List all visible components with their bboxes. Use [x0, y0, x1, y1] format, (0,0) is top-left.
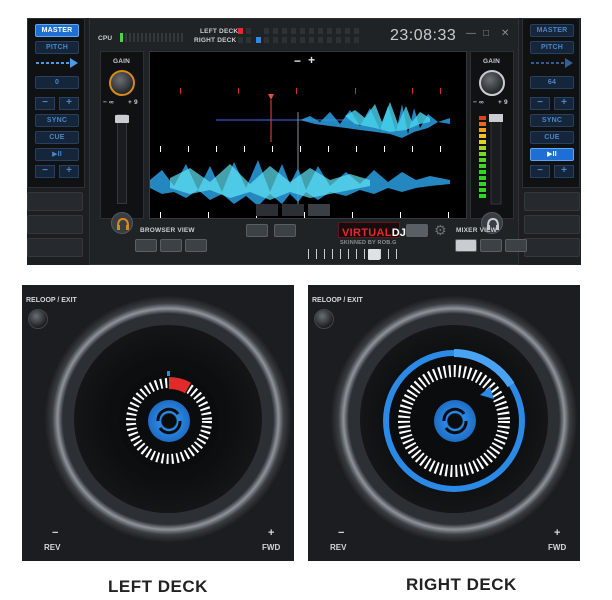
sync-button[interactable]: SYNC	[35, 114, 79, 127]
logo-dj-text: DJ	[391, 227, 406, 239]
mixer-view-2-button[interactable]	[480, 239, 502, 252]
wave-view-1-button[interactable]	[256, 204, 278, 216]
left-pad-1[interactable]	[27, 192, 83, 211]
mixer-panel: MASTER PITCH 0 − + SYNC CUE ▶II − + MAST…	[27, 18, 581, 265]
video-button[interactable]	[246, 224, 268, 237]
pitch-button[interactable]: PITCH	[35, 41, 79, 54]
master-button[interactable]: MASTER	[530, 24, 574, 37]
rev-minus: −	[52, 527, 59, 539]
mixer-view-3-button[interactable]	[505, 239, 527, 252]
play-pause-button[interactable]: ▶II	[530, 148, 574, 161]
arrow-right-icon[interactable]	[36, 57, 80, 69]
cue-button[interactable]: CUE	[35, 131, 79, 144]
fader-handle[interactable]	[115, 115, 129, 123]
left-deck-caption: LEFT DECK	[108, 577, 208, 596]
browser-view-2-button[interactable]	[160, 239, 182, 252]
right-deck-controls: MASTER PITCH 64 − + SYNC CUE ▶II − +	[522, 18, 580, 188]
rev-label[interactable]: REV	[330, 543, 346, 552]
platter-center-icon	[148, 400, 190, 442]
deck-position-meter	[238, 28, 359, 43]
right-deck-label: RIGHT DECK	[194, 37, 237, 44]
pitch-minus-button[interactable]: −	[530, 97, 550, 110]
left-pad-3[interactable]	[27, 238, 83, 257]
rev-minus: −	[338, 527, 345, 539]
cue-button[interactable]: CUE	[530, 131, 574, 144]
right-pad-2[interactable]	[524, 215, 580, 234]
mixer-view-label: MIXER VIEW	[456, 227, 498, 234]
wave-view-3-button[interactable]	[308, 204, 330, 216]
sampler-button[interactable]	[274, 224, 296, 237]
waveform-view-button[interactable]	[406, 224, 428, 237]
waveforms	[150, 88, 450, 218]
crossfader[interactable]	[308, 249, 418, 261]
skin-credit: SKINNED BY ROB.G	[340, 240, 397, 246]
fwd-label[interactable]: FWD	[548, 543, 566, 552]
browser-view-1-button[interactable]	[135, 239, 157, 252]
right-deck: RELOOP / EXIT − REV + FWD	[308, 285, 580, 561]
play-pause-button[interactable]: ▶II	[35, 148, 79, 161]
gain-max-label: + 9	[128, 99, 138, 106]
reloop-exit-label: RELOOP / EXIT	[312, 297, 363, 304]
waveform-display[interactable]: − +	[149, 51, 467, 219]
logo-virtual-text: VIRTUAL	[342, 227, 392, 239]
mixer-view-1-button[interactable]	[455, 239, 477, 252]
gain-max-label: + 9	[498, 99, 508, 106]
nudge-minus-button[interactable]: −	[35, 165, 55, 178]
right-pad-1[interactable]	[524, 192, 580, 211]
right-gain-strip: GAIN − ∞ + 9	[470, 51, 514, 234]
nudge-minus-button[interactable]: −	[530, 165, 550, 178]
pitch-plus-button[interactable]: +	[59, 97, 79, 110]
center-panel: CPU LEFT DECK RIGHT DECK 23:08:33 — □ ✕ …	[89, 18, 527, 265]
left-deck-controls: MASTER PITCH 0 − + SYNC CUE ▶II − +	[27, 18, 85, 188]
gain-label: GAIN	[113, 58, 131, 65]
pitch-button[interactable]: PITCH	[530, 41, 574, 54]
left-gain-strip: GAIN − ∞ + 9	[100, 51, 144, 234]
master-button[interactable]: MASTER	[35, 24, 79, 37]
gain-label: GAIN	[483, 58, 501, 65]
nudge-plus-button[interactable]: +	[554, 165, 574, 178]
pitch-minus-button[interactable]: −	[35, 97, 55, 110]
fwd-label[interactable]: FWD	[262, 543, 280, 552]
pitch-value: 64	[530, 76, 574, 89]
left-deck-label: LEFT DECK	[200, 28, 239, 35]
pitch-value: 0	[35, 76, 79, 89]
rev-label[interactable]: REV	[44, 543, 60, 552]
gain-knob[interactable]	[479, 70, 505, 96]
left-pad-2[interactable]	[27, 215, 83, 234]
reloop-exit-label: RELOOP / EXIT	[26, 297, 77, 304]
browser-view-3-button[interactable]	[185, 239, 207, 252]
sync-button[interactable]: SYNC	[530, 114, 574, 127]
virtualdj-logo: VIRTUALDJ	[338, 222, 406, 239]
right-deck-caption: RIGHT DECK	[406, 575, 517, 594]
gain-knob[interactable]	[109, 70, 135, 96]
cpu-meter	[120, 33, 183, 42]
cpu-label: CPU	[98, 35, 113, 42]
gain-min-label: − ∞	[473, 99, 484, 106]
left-deck: RELOOP / EXIT − REV + FWD	[22, 285, 294, 561]
clock: 23:08:33	[390, 27, 457, 44]
browser-view-label: BROWSER VIEW	[140, 227, 195, 234]
right-pad-3[interactable]	[524, 238, 580, 257]
reloop-exit-button[interactable]	[28, 309, 48, 329]
headphones-icon[interactable]	[111, 212, 133, 234]
minimize-icon[interactable]: —	[466, 28, 476, 39]
reloop-exit-button[interactable]	[314, 309, 334, 329]
volume-fader[interactable]	[115, 114, 129, 204]
gain-min-label: − ∞	[103, 99, 114, 106]
fwd-plus: +	[268, 527, 275, 539]
close-icon[interactable]: ✕	[501, 28, 509, 39]
platter-center-icon	[434, 400, 476, 442]
arrow-right-icon[interactable]	[531, 57, 575, 69]
level-meter	[479, 114, 503, 205]
settings-gear-icon[interactable]: ⚙	[434, 222, 447, 239]
fwd-plus: +	[554, 527, 561, 539]
nudge-plus-button[interactable]: +	[59, 165, 79, 178]
wave-view-2-button[interactable]	[282, 204, 304, 216]
pitch-plus-button[interactable]: +	[554, 97, 574, 110]
maximize-icon[interactable]: □	[483, 28, 489, 39]
